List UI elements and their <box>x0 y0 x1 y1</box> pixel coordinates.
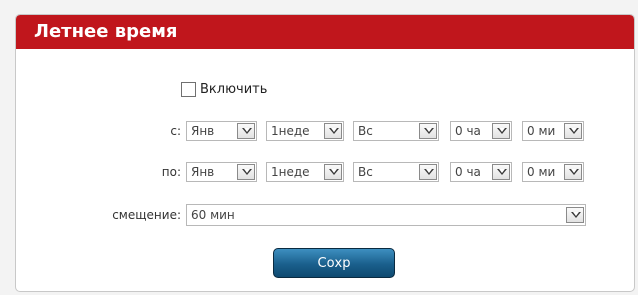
to-hour-select[interactable]: 0 ча <box>450 162 512 182</box>
offset-label: смещение: <box>112 208 181 222</box>
chevron-down-icon <box>566 207 584 223</box>
save-button[interactable]: Сохр <box>273 248 395 278</box>
to-week-value: 1неде <box>271 165 310 179</box>
from-week-value: 1неде <box>271 124 310 138</box>
to-label: по: <box>161 165 181 179</box>
from-day-value: Вс <box>358 124 373 138</box>
save-button-label: Сохр <box>317 255 351 271</box>
chevron-down-icon <box>324 164 342 180</box>
to-minute-value: 0 ми <box>527 165 556 179</box>
chevron-down-icon <box>324 123 342 139</box>
from-minute-value: 0 ми <box>527 124 556 138</box>
from-hour-select[interactable]: 0 ча <box>450 121 512 141</box>
from-minute-select[interactable]: 0 ми <box>522 121 584 141</box>
from-day-select[interactable]: Вс <box>353 121 439 141</box>
to-month-select[interactable]: Янв <box>186 162 257 182</box>
from-month-value: Янв <box>191 124 215 138</box>
panel-title: Летнее время <box>34 21 178 42</box>
chevron-down-icon <box>564 123 582 139</box>
to-month-value: Янв <box>191 165 215 179</box>
from-hour-value: 0 ча <box>455 124 481 138</box>
chevron-down-icon <box>237 164 255 180</box>
from-week-select[interactable]: 1неде <box>266 121 344 141</box>
to-day-select[interactable]: Вс <box>353 162 439 182</box>
chevron-down-icon <box>419 164 437 180</box>
enable-row: Включить <box>181 80 267 98</box>
chevron-down-icon <box>564 164 582 180</box>
to-week-select[interactable]: 1неде <box>266 162 344 182</box>
offset-select[interactable]: 60 мин <box>186 204 586 226</box>
enable-label: Включить <box>200 81 268 97</box>
offset-value: 60 мин <box>191 208 235 222</box>
panel-header: Летнее время <box>16 15 634 49</box>
to-day-value: Вс <box>358 165 373 179</box>
to-minute-select[interactable]: 0 ми <box>522 162 584 182</box>
enable-checkbox[interactable] <box>181 81 196 97</box>
from-month-select[interactable]: Янв <box>186 121 257 141</box>
chevron-down-icon <box>492 123 510 139</box>
from-label: с: <box>170 124 181 138</box>
to-hour-value: 0 ча <box>455 165 481 179</box>
chevron-down-icon <box>419 123 437 139</box>
chevron-down-icon <box>237 123 255 139</box>
chevron-down-icon <box>492 164 510 180</box>
dst-panel: Летнее время Включить с: Янв 1неде Вс 0 … <box>15 14 635 292</box>
